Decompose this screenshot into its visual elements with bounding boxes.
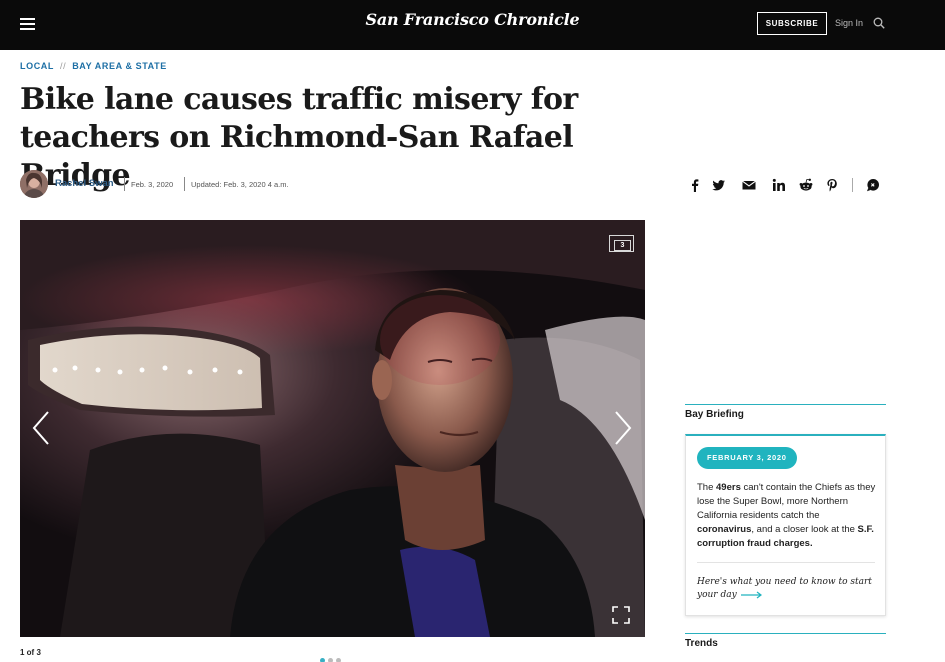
bay-briefing-rule — [685, 404, 886, 405]
card-divider — [697, 562, 875, 563]
next-arrow-icon[interactable] — [613, 410, 633, 446]
updated-date: Updated: Feb. 3, 2020 4 a.m. — [191, 180, 289, 189]
gallery-position: 1 of 3 — [20, 648, 41, 657]
fullscreen-icon[interactable] — [612, 606, 630, 624]
byline-divider — [184, 177, 185, 191]
gallery-dot[interactable] — [320, 658, 325, 662]
facebook-icon[interactable] — [688, 178, 702, 192]
blurb-highlight: 49ers — [716, 482, 741, 493]
reddit-icon[interactable] — [799, 178, 813, 192]
blurb-highlight: coronavirus — [697, 524, 752, 535]
byline-divider — [124, 177, 125, 191]
comments-icon[interactable] — [866, 178, 880, 192]
briefing-date-pill: FEBRUARY 3, 2020 — [697, 447, 797, 469]
photo-count-badge[interactable]: 3 — [609, 235, 634, 252]
gallery-dot[interactable] — [328, 658, 333, 662]
article-headline: Bike lane causes traffic misery for teac… — [20, 82, 578, 193]
briefing-blurb: The 49ers can't contain the Chiefs as th… — [697, 481, 879, 551]
photo-scene — [20, 220, 645, 637]
gallery-photo[interactable]: 3 — [20, 220, 645, 637]
trends-rule — [685, 633, 886, 634]
briefing-cta-link[interactable]: Here's what you need to know to start yo… — [697, 576, 877, 602]
breadcrumb-section-link[interactable]: LOCAL — [20, 61, 54, 71]
blurb-text: The — [697, 482, 717, 493]
linkedin-icon[interactable] — [772, 178, 786, 192]
blurb-text: , and a closer look at the — [751, 524, 858, 535]
breadcrumb-separator: // — [60, 61, 67, 71]
email-icon[interactable] — [742, 178, 756, 192]
trends-title[interactable]: Trends — [685, 638, 718, 649]
author-name[interactable]: Rachel Swan — [55, 178, 114, 189]
arrow-right-icon — [740, 591, 762, 598]
publish-date: Feb. 3, 2020 — [131, 180, 174, 189]
share-divider — [852, 178, 853, 192]
pinterest-icon[interactable] — [825, 178, 839, 192]
breadcrumb-subsection-link[interactable]: BAY AREA & STATE — [72, 61, 167, 71]
bay-briefing-card[interactable]: FEBRUARY 3, 2020 The 49ers can't contain… — [685, 434, 886, 616]
bay-briefing-title[interactable]: Bay Briefing — [685, 409, 744, 420]
twitter-icon[interactable] — [712, 178, 726, 192]
subscribe-button[interactable]: SUBSCRIBE — [757, 12, 827, 35]
author-avatar[interactable] — [20, 170, 48, 198]
top-nav-bar: San Francisco Chronicle SUBSCRIBE Sign I… — [0, 0, 945, 50]
briefing-cta-text: Here's what you need to know to start yo… — [697, 577, 872, 600]
photo-count: 3 — [614, 240, 631, 251]
breadcrumb: LOCAL // BAY AREA & STATE — [20, 61, 167, 71]
gallery-dot[interactable] — [336, 658, 341, 662]
previous-arrow-icon[interactable] — [31, 410, 51, 446]
sign-in-link[interactable]: Sign In — [835, 18, 863, 28]
gallery-dots — [320, 650, 344, 662]
search-icon[interactable] — [873, 17, 885, 29]
